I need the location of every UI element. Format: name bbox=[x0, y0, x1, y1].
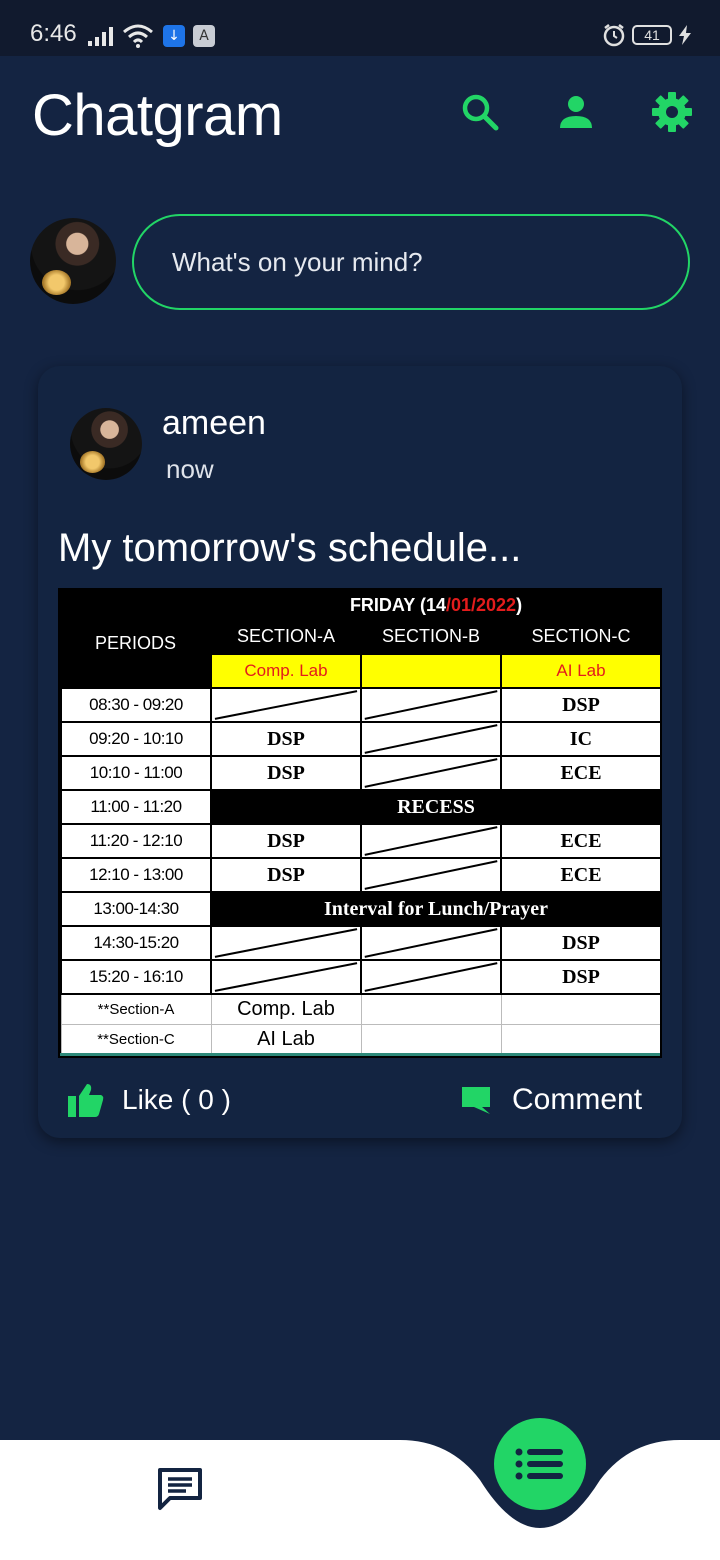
post-text: My tomorrow's schedule... bbox=[58, 526, 522, 570]
merged-cell: Interval for Lunch/Prayer bbox=[210, 891, 660, 927]
thumbs-up-icon bbox=[68, 1084, 104, 1117]
merged-cell: RECESS bbox=[210, 789, 660, 825]
period-cell: 13:00-14:30 bbox=[60, 891, 212, 927]
subject-cell: DSP bbox=[210, 755, 362, 791]
section-header: SECTION-C bbox=[501, 620, 660, 654]
alarm-icon bbox=[603, 24, 625, 47]
person-icon[interactable] bbox=[554, 90, 598, 134]
list-icon bbox=[515, 1448, 563, 1480]
subject-cell: DSP bbox=[500, 687, 660, 723]
usb-icon: ↓ bbox=[163, 25, 185, 47]
bottom-navigation-bar bbox=[0, 1440, 720, 1560]
schedule-row: 12:10 - 13:00 DSP ECE bbox=[60, 857, 660, 893]
post-composer-input[interactable]: What's on your mind? bbox=[132, 214, 690, 310]
empty-slot-cell bbox=[210, 959, 362, 995]
note-empty bbox=[500, 993, 660, 1025]
subject-cell: DSP bbox=[500, 959, 660, 995]
subject-cell: DSP bbox=[500, 925, 660, 961]
subject-cell: DSP bbox=[210, 823, 362, 859]
charging-icon bbox=[679, 25, 691, 45]
section-header: SECTION-A bbox=[211, 620, 361, 654]
schedule-row: 11:00 - 11:20 RECESS bbox=[60, 789, 660, 825]
chat-icon[interactable] bbox=[156, 1466, 204, 1516]
subject-cell: DSP bbox=[210, 857, 362, 893]
battery-icon: 41 bbox=[632, 25, 672, 45]
note-label: **Section-C bbox=[60, 1023, 212, 1055]
schedule-row: 08:30 - 09:20 DSP bbox=[60, 687, 660, 723]
lab-cell bbox=[360, 653, 502, 689]
like-button[interactable]: Like ( 0 ) bbox=[68, 1076, 231, 1124]
periods-header: PERIODS bbox=[61, 590, 211, 688]
signal-icon bbox=[88, 27, 113, 46]
note-empty bbox=[360, 993, 502, 1025]
empty-slot-cell bbox=[360, 755, 502, 791]
schedule-row: 15:20 - 16:10 DSP bbox=[60, 959, 660, 995]
app-notification-icon: A bbox=[193, 25, 215, 47]
period-cell: 09:20 - 10:10 bbox=[60, 721, 212, 757]
post-timestamp: now bbox=[166, 454, 214, 484]
like-label: Like ( 0 ) bbox=[122, 1084, 231, 1115]
comment-label: Comment bbox=[512, 1083, 643, 1116]
note-empty bbox=[500, 1023, 660, 1055]
empty-slot-cell bbox=[360, 959, 502, 995]
empty-slot-cell bbox=[360, 687, 502, 723]
note-label: **Section-A bbox=[60, 993, 212, 1025]
user-avatar[interactable] bbox=[30, 218, 116, 304]
status-time: 6:46 bbox=[30, 20, 77, 47]
subject-cell: ECE bbox=[500, 823, 660, 859]
schedule-day: FRIDAY (14/01/2022) bbox=[211, 590, 660, 620]
schedule-note-row: **Section-A Comp. Lab bbox=[60, 993, 660, 1025]
post-image-schedule[interactable]: PERIODS FRIDAY (14/01/2022) SECTION-A SE… bbox=[58, 588, 662, 1058]
author-avatar[interactable] bbox=[70, 408, 142, 480]
comment-button[interactable]: Comment bbox=[460, 1076, 642, 1124]
post-author[interactable]: ameen bbox=[162, 404, 266, 443]
empty-slot-cell bbox=[360, 721, 502, 757]
subject-cell: IC bbox=[500, 721, 660, 757]
section-header: SECTION-B bbox=[361, 620, 501, 654]
period-cell: 11:00 - 11:20 bbox=[60, 789, 212, 825]
empty-slot-cell bbox=[360, 925, 502, 961]
schedule-row: 11:20 - 12:10 DSP ECE bbox=[60, 823, 660, 859]
app-title: Chatgram bbox=[32, 83, 283, 148]
wifi-icon bbox=[123, 24, 153, 48]
period-cell: 15:20 - 16:10 bbox=[60, 959, 212, 995]
subject-cell: ECE bbox=[500, 755, 660, 791]
status-bar: 6:46 ↓ A 41 bbox=[0, 0, 720, 56]
period-cell: 10:10 - 11:00 bbox=[60, 755, 212, 791]
search-icon[interactable] bbox=[458, 90, 502, 134]
post-card: ameen now My tomorrow's schedule... PERI… bbox=[38, 366, 682, 1138]
period-cell: 14:30-15:20 bbox=[60, 925, 212, 961]
schedule-row: 09:20 - 10:10 DSP IC bbox=[60, 721, 660, 757]
schedule-row: 14:30-15:20 DSP bbox=[60, 925, 660, 961]
gear-icon[interactable] bbox=[650, 90, 694, 134]
schedule-row: 10:10 - 11:00 DSP ECE bbox=[60, 755, 660, 791]
schedule-row: 13:00-14:30 Interval for Lunch/Prayer bbox=[60, 891, 660, 927]
subject-cell: DSP bbox=[210, 721, 362, 757]
empty-slot-cell bbox=[210, 687, 362, 723]
subject-cell: ECE bbox=[500, 857, 660, 893]
schedule-note-row: **Section-C AI Lab bbox=[60, 1023, 660, 1055]
lab-cell: AI Lab bbox=[500, 653, 660, 689]
note-value: AI Lab bbox=[210, 1023, 362, 1055]
note-value: Comp. Lab bbox=[210, 993, 362, 1025]
period-cell: 08:30 - 09:20 bbox=[60, 687, 212, 723]
empty-slot-cell bbox=[360, 823, 502, 859]
lab-cell: Comp. Lab bbox=[210, 653, 362, 689]
empty-slot-cell bbox=[210, 925, 362, 961]
list-menu-fab[interactable] bbox=[494, 1418, 586, 1510]
period-cell: 12:10 - 13:00 bbox=[60, 857, 212, 893]
note-empty bbox=[360, 1023, 502, 1055]
period-cell: 11:20 - 12:10 bbox=[60, 823, 212, 859]
comment-icon bbox=[462, 1087, 490, 1114]
empty-slot-cell bbox=[360, 857, 502, 893]
